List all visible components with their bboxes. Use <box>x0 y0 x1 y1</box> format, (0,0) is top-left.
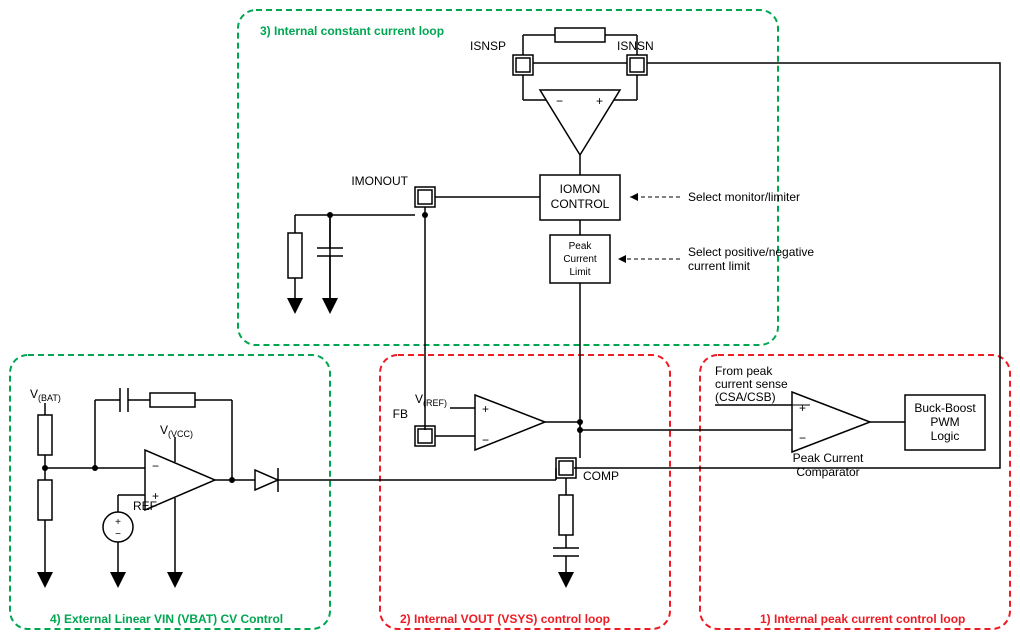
svg-text:Logic: Logic <box>931 429 960 443</box>
svg-text:Current: Current <box>563 254 597 265</box>
svg-text:−: − <box>799 431 806 445</box>
svg-text:+: + <box>596 94 603 108</box>
peak-comp-label1: Peak Current <box>793 451 864 465</box>
svg-text:Peak: Peak <box>569 241 593 252</box>
box4-title: 4) External Linear VIN (VBAT) CV Control <box>50 612 283 626</box>
svg-text:−: − <box>482 433 489 447</box>
svg-text:Limit: Limit <box>569 267 590 278</box>
svg-text:−: − <box>556 94 563 108</box>
svg-text:V(REF): V(REF) <box>415 392 447 408</box>
svg-text:PWM: PWM <box>930 415 959 429</box>
svg-text:FB: FB <box>393 407 408 421</box>
ground-icon <box>322 298 338 314</box>
svg-text:Buck-Boost: Buck-Boost <box>914 401 976 415</box>
ground-icon <box>287 298 303 314</box>
diff-amp-icon <box>540 90 620 155</box>
svg-text:COMP: COMP <box>583 469 619 483</box>
svg-text:ISNSN: ISNSN <box>617 39 654 53</box>
svg-text:−: − <box>115 529 121 540</box>
select-pn-label2: current limit <box>688 259 751 273</box>
svg-text:REF: REF <box>133 499 157 513</box>
ground-icon <box>37 572 53 588</box>
svg-text:+: + <box>115 517 121 528</box>
box3-region <box>238 10 778 345</box>
svg-text:−: − <box>152 459 159 473</box>
from-peak-l3: (CSA/CSB) <box>715 390 776 404</box>
svg-text:IOMON: IOMON <box>560 182 601 196</box>
diode-icon <box>255 470 278 490</box>
schematic-diagram: 3) Internal constant current loop 4) Ext… <box>0 0 1020 641</box>
box2-region <box>380 355 670 629</box>
svg-text:CONTROL: CONTROL <box>551 197 610 211</box>
from-peak-l2: current sense <box>715 377 788 391</box>
ground-icon <box>558 572 574 588</box>
svg-text:+: + <box>799 401 806 415</box>
select-pn-label1: Select positive/negative <box>688 245 814 259</box>
svg-text:IMONOUT: IMONOUT <box>351 174 408 188</box>
box1-title: 1) Internal peak current control loop <box>760 612 965 626</box>
svg-text:+: + <box>482 402 489 416</box>
select-monitor-label: Select monitor/limiter <box>688 190 800 204</box>
svg-text:V(BAT): V(BAT) <box>30 387 61 403</box>
box2-title: 2) Internal VOUT (VSYS) control loop <box>400 612 610 626</box>
svg-text:ISNSP: ISNSP <box>470 39 506 53</box>
box3-title: 3) Internal constant current loop <box>260 24 444 38</box>
peak-comp-label2: Comparator <box>796 465 859 479</box>
ground-icon <box>167 572 183 588</box>
from-peak-l1: From peak <box>715 364 773 378</box>
svg-text:V(VCC): V(VCC) <box>160 423 193 439</box>
ground-icon <box>110 572 126 588</box>
